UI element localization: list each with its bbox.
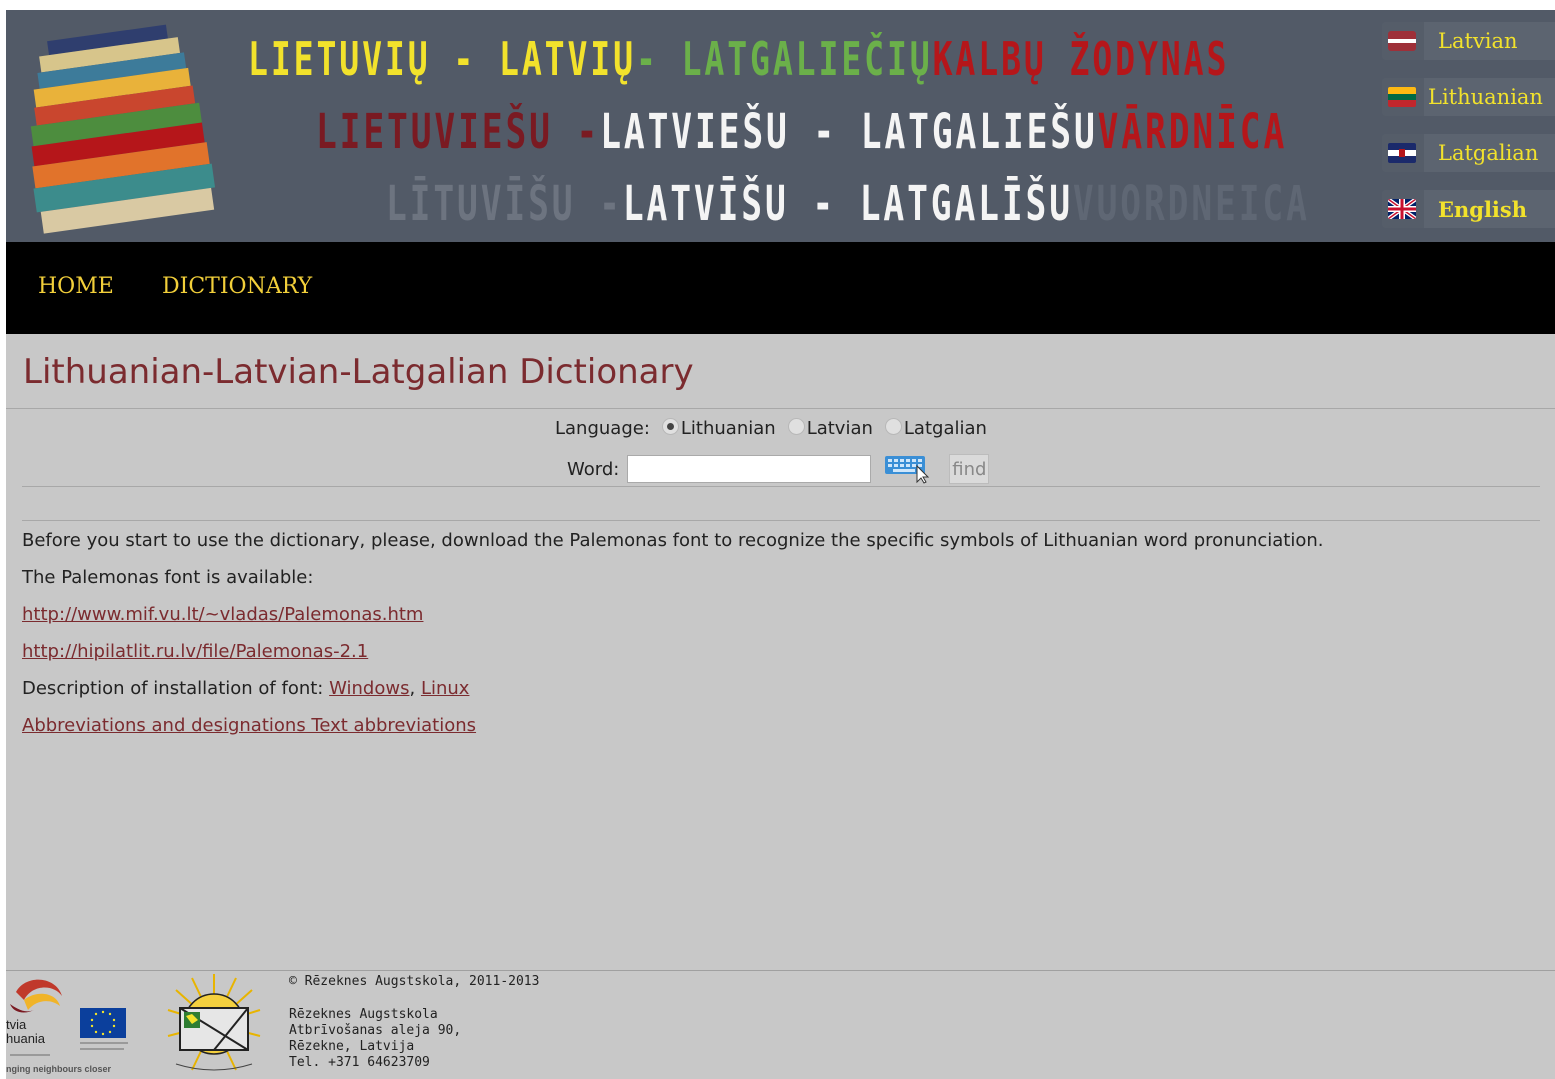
- find-button[interactable]: find: [949, 454, 990, 484]
- page-title: Lithuanian-Latvian-Latgalian Dictionary: [23, 352, 694, 392]
- banner-title-line1-part2: - LATGALIEČIŲ: [635, 32, 933, 86]
- banner-title-line2-part3: VĀRDNĪCA: [1097, 104, 1288, 160]
- partner-logo-text-2: huania: [6, 1031, 46, 1046]
- latvia-lithuania-programme-logo: tvia huania nging neighbours closer: [6, 974, 146, 1078]
- palemonas-link-mif[interactable]: http://www.mif.vu.lt/~vladas/Palemonas.h…: [22, 604, 423, 625]
- lang-item-label: Latgalian: [1438, 141, 1539, 165]
- latgale-flag-icon: [1388, 143, 1416, 163]
- flag-wrapper: [1382, 78, 1424, 116]
- radio-latvian[interactable]: [787, 418, 805, 435]
- language-selector: Language: Lithuanian Latvian Latgalian: [555, 418, 987, 439]
- intro-text: Before you start to use the dictionary, …: [22, 530, 1324, 551]
- lang-item-label: Latvian: [1438, 29, 1518, 53]
- banner-title-line2-part2: LATVIEŠU - LATGALIEŠU: [600, 104, 1098, 160]
- banner-title-line1-part3: KALBŲ ŽODYNAS: [932, 32, 1230, 86]
- footer-address-2: Rēzekne, Latvija: [289, 1039, 415, 1054]
- lang-item-label: Lithuanian: [1428, 85, 1543, 109]
- latvia-flag-icon: [1388, 31, 1416, 51]
- language-label: Language:: [555, 418, 650, 439]
- lang-item-lithuanian[interactable]: Lithuanian: [1382, 78, 1555, 116]
- books-logo-icon: [30, 24, 216, 234]
- banner-title-line3-part1: LĪTUVĪŠU -: [386, 176, 623, 232]
- nav-home-link[interactable]: HOME: [38, 274, 114, 299]
- radio-latgalian[interactable]: [884, 418, 902, 435]
- install-label: Description of installation of font:: [22, 678, 324, 699]
- main-nav: HOME DICTIONARY: [6, 242, 1555, 334]
- uk-flag-icon: [1388, 199, 1416, 219]
- word-search-row: Word: find: [567, 454, 990, 484]
- divider: [22, 520, 1540, 521]
- radio-latvian-label[interactable]: Latvian: [807, 418, 873, 439]
- font-available-text: The Palemonas font is available:: [22, 567, 314, 588]
- radio-lithuanian-label[interactable]: Lithuanian: [681, 418, 776, 439]
- install-linux-link[interactable]: Linux: [421, 678, 470, 699]
- divider: [22, 486, 1540, 487]
- banner-title-line1-part1: LIETUVIŲ - LATVIŲ: [248, 32, 636, 86]
- partner-logo-slogan: nging neighbours closer: [6, 1064, 112, 1074]
- radio-lithuanian[interactable]: [661, 418, 679, 435]
- banner-title-line3: LĪTUVĪŠU - LATVĪŠU - LATGALĪŠU VUORDNEIC…: [386, 176, 1310, 232]
- partner-logo-text-1: tvia: [6, 1017, 27, 1032]
- footer-copyright: © Rēzeknes Augstskola, 2011-2013: [289, 974, 540, 989]
- lithuania-flag-icon: [1388, 87, 1416, 107]
- footer-phone: Tel. +371 64623709: [289, 1055, 430, 1070]
- keyboard-icon[interactable]: [885, 454, 931, 484]
- lang-item-english[interactable]: English: [1382, 190, 1555, 228]
- banner-title-line2-part1: LIETUVIEŠU -: [316, 104, 601, 160]
- flag-wrapper: [1382, 22, 1424, 60]
- flag-wrapper: [1382, 134, 1424, 172]
- word-input[interactable]: [627, 455, 872, 483]
- install-windows-link[interactable]: Windows: [329, 678, 409, 699]
- banner-title-line3-part3: VUORDNEICA: [1072, 176, 1310, 232]
- page: LIETUVIŲ - LATVIŲ - LATGALIEČIŲ KALBŲ ŽO…: [6, 10, 1555, 1079]
- banner-title-line2: LIETUVIEŠU - LATVIEŠU - LATGALIEŠU VĀRDN…: [316, 104, 1287, 160]
- lang-item-latvian[interactable]: Latvian: [1382, 22, 1555, 60]
- footer-address-1: Atbrīvošanas aleja 90,: [289, 1023, 462, 1038]
- font-link-row-2: http://hipilatlit.ru.lv/file/Palemonas-2…: [22, 641, 368, 662]
- abbreviations-link[interactable]: Abbreviations and designations Text abbr…: [22, 715, 476, 736]
- font-link-row-1: http://www.mif.vu.lt/~vladas/Palemonas.h…: [22, 604, 423, 625]
- banner-title-line1: LIETUVIŲ - LATVIŲ - LATGALIEČIŲ KALBŲ ŽO…: [248, 32, 1229, 86]
- divider: [6, 408, 1555, 409]
- word-label: Word:: [567, 458, 620, 480]
- rezekne-academy-logo-icon: [167, 974, 261, 1071]
- footer-org: Rēzeknes Augstskola: [289, 1007, 438, 1022]
- language-switcher: Latvian Lithuanian Latgalian English: [1382, 22, 1555, 242]
- banner-title-line3-part2: LATVĪŠU - LATGALĪŠU: [622, 176, 1073, 232]
- install-separator: ,: [409, 678, 416, 699]
- lang-item-label: English: [1438, 196, 1528, 222]
- radio-latgalian-label[interactable]: Latgalian: [904, 418, 987, 439]
- abbreviations-row: Abbreviations and designations Text abbr…: [22, 715, 476, 736]
- footer-divider: [6, 970, 1555, 971]
- install-description: Description of installation of font: Win…: [22, 678, 469, 699]
- palemonas-link-hipilatlit[interactable]: http://hipilatlit.ru.lv/file/Palemonas-2…: [22, 641, 368, 662]
- lang-item-latgalian[interactable]: Latgalian: [1382, 134, 1555, 172]
- header-banner: LIETUVIŲ - LATVIŲ - LATGALIEČIŲ KALBŲ ŽO…: [6, 10, 1555, 242]
- flag-wrapper: [1382, 190, 1424, 228]
- nav-dictionary-link[interactable]: DICTIONARY: [162, 274, 312, 299]
